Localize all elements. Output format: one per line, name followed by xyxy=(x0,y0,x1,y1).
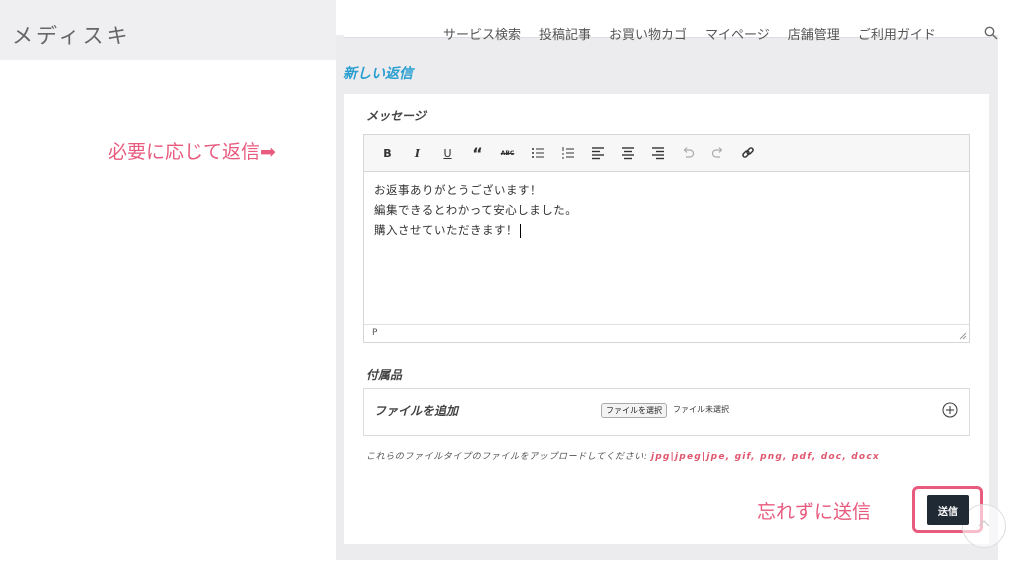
text-cursor xyxy=(520,223,521,238)
numbered-list-icon[interactable] xyxy=(556,143,579,163)
search-icon[interactable] xyxy=(984,26,998,40)
message-editor: B I U “ ABC お返事ありがとうございます！ 編集できるとわかって安心し… xyxy=(363,134,970,343)
link-icon[interactable] xyxy=(736,143,759,163)
reply-annotation: 必要に応じて返信➡ xyxy=(108,141,276,163)
italic-button[interactable]: I xyxy=(406,143,429,163)
message-line: お返事ありがとうございます！ xyxy=(374,183,542,197)
allowed-file-types: jpg|jpeg|jpe, gif, png, pdf, doc, docx xyxy=(650,452,880,462)
element-path: P xyxy=(372,328,378,338)
align-right-icon[interactable] xyxy=(646,143,669,163)
nav-articles[interactable]: 投稿記事 xyxy=(539,24,591,43)
file-type-hint: これらのファイルタイプのファイルをアップロードしてください: jpg|jpeg|… xyxy=(366,452,880,462)
editor-toolbar: B I U “ ABC xyxy=(364,135,969,172)
message-label: メッセージ xyxy=(366,109,426,123)
add-attachment-icon[interactable] xyxy=(942,402,958,418)
main-nav: サービス検索 投稿記事 お買い物カゴ マイページ 店舗管理 ご利用ガイド xyxy=(443,24,954,43)
editor-statusbar: P xyxy=(364,324,969,342)
align-center-icon[interactable] xyxy=(616,143,639,163)
underline-button[interactable]: U xyxy=(436,143,459,163)
bullet-list-icon[interactable] xyxy=(526,143,549,163)
add-file-label: ファイルを追加 xyxy=(374,404,459,418)
attachment-box: ファイルを追加 ファイルを選択 ファイル未選択 xyxy=(363,388,970,436)
nav-mypage[interactable]: マイページ xyxy=(705,24,770,43)
send-button[interactable]: 送信 xyxy=(927,495,969,525)
message-textarea[interactable]: お返事ありがとうございます！ 編集できるとわかって安心しました。 購入させていた… xyxy=(364,172,969,324)
resize-handle-icon[interactable] xyxy=(959,332,967,340)
file-status: ファイル未選択 xyxy=(673,405,729,414)
send-annotation: 忘れずに送信 xyxy=(757,501,872,523)
message-line: 編集できるとわかって安心しました。 xyxy=(374,203,578,217)
nav-service-search[interactable]: サービス検索 xyxy=(443,24,521,43)
choose-file-button[interactable]: ファイルを選択 xyxy=(601,403,667,418)
chevron-up-icon xyxy=(978,520,990,527)
nav-cart[interactable]: お買い物カゴ xyxy=(609,24,687,43)
nav-guide[interactable]: ご利用ガイド xyxy=(858,24,936,43)
site-logo[interactable]: メディスキ xyxy=(12,20,131,50)
message-line: 購入させていただきます！ xyxy=(374,220,959,240)
attachments-label: 付属品 xyxy=(366,368,403,382)
new-reply-title: 新しい返信 xyxy=(343,66,413,82)
strikethrough-button[interactable]: ABC xyxy=(496,143,519,163)
blockquote-button[interactable]: “ xyxy=(466,143,489,163)
nav-shop-admin[interactable]: 店舗管理 xyxy=(788,24,840,43)
align-left-icon[interactable] xyxy=(586,143,609,163)
redo-icon[interactable] xyxy=(706,143,729,163)
bold-button[interactable]: B xyxy=(376,143,399,163)
undo-icon[interactable] xyxy=(676,143,699,163)
